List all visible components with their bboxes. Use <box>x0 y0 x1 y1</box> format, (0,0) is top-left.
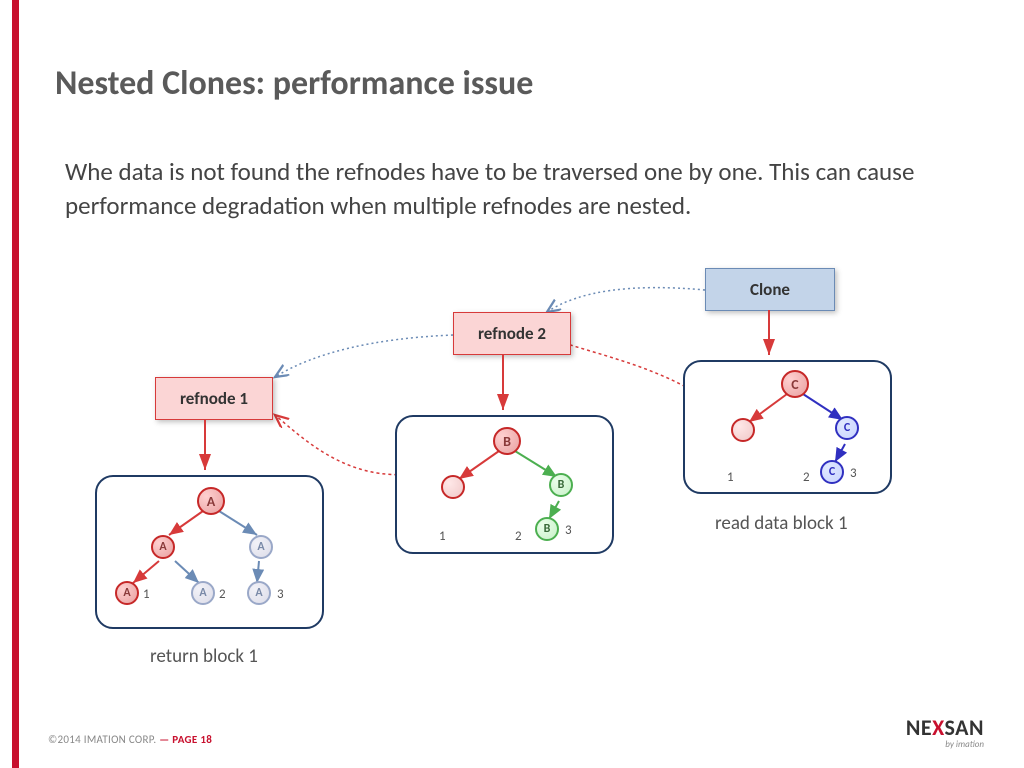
logo-e: E <box>921 714 932 741</box>
node-b-right: B <box>549 473 573 497</box>
caption-right: read data block 1 <box>715 512 848 535</box>
num-2: 2 <box>803 470 810 485</box>
refnode1-box: refnode 1 <box>155 377 273 420</box>
num-3: 3 <box>850 466 857 481</box>
node-c-leaf: C <box>820 460 844 484</box>
accent-bar <box>12 0 19 768</box>
node-a-r: A <box>249 535 273 559</box>
node-a-root: A <box>197 487 225 515</box>
node-a-1: A <box>115 581 139 605</box>
copyright: ©2014 IMATION CORP. <box>48 733 156 746</box>
node-a-3: A <box>247 581 271 605</box>
node-c-root: C <box>781 370 809 398</box>
caption-left: return block 1 <box>150 645 258 668</box>
logo-n: N <box>906 714 921 741</box>
clone-subtree: C C C 1 2 3 <box>683 360 892 494</box>
num-3-b: 3 <box>565 523 572 538</box>
num-3-a: 3 <box>277 587 284 602</box>
node-a-l: A <box>151 535 175 559</box>
logo-s: S <box>945 714 956 741</box>
node-b-root: B <box>493 427 521 455</box>
refnode2-box: refnode 2 <box>453 312 571 355</box>
num-1-b: 1 <box>439 529 446 544</box>
node-c-right: C <box>835 416 859 440</box>
footer: ©2014 IMATION CORP. — PAGE 18 <box>48 733 212 746</box>
node-b-empty <box>441 475 465 499</box>
num-2-a: 2 <box>219 587 226 602</box>
brand-logo: NEXSAN by imation <box>906 714 984 750</box>
page-number: 18 <box>200 733 212 746</box>
logo-n2: N <box>969 714 984 741</box>
diagram: Clone refnode 2 refnode 1 C C C 1 2 3 re… <box>55 260 975 690</box>
body-paragraph: Whe data is not found the refnodes have … <box>65 155 915 223</box>
footer-dash: — <box>159 733 169 746</box>
num-2-b: 2 <box>515 529 522 544</box>
clone-box: Clone <box>705 268 835 311</box>
slide-title: Nested Clones: performance issue <box>55 63 533 104</box>
num-1: 1 <box>727 470 734 485</box>
refnode1-subtree: A A A A A A 1 2 3 <box>95 475 324 629</box>
logo-x: X <box>932 714 944 741</box>
num-1-a: 1 <box>143 587 150 602</box>
refnode2-subtree: B B B 1 2 3 <box>395 415 614 554</box>
node-b-leaf: B <box>535 517 559 541</box>
logo-a: A <box>955 714 969 741</box>
page-label: PAGE <box>172 733 197 746</box>
node-a-2: A <box>191 581 215 605</box>
node-empty-left <box>731 418 755 442</box>
